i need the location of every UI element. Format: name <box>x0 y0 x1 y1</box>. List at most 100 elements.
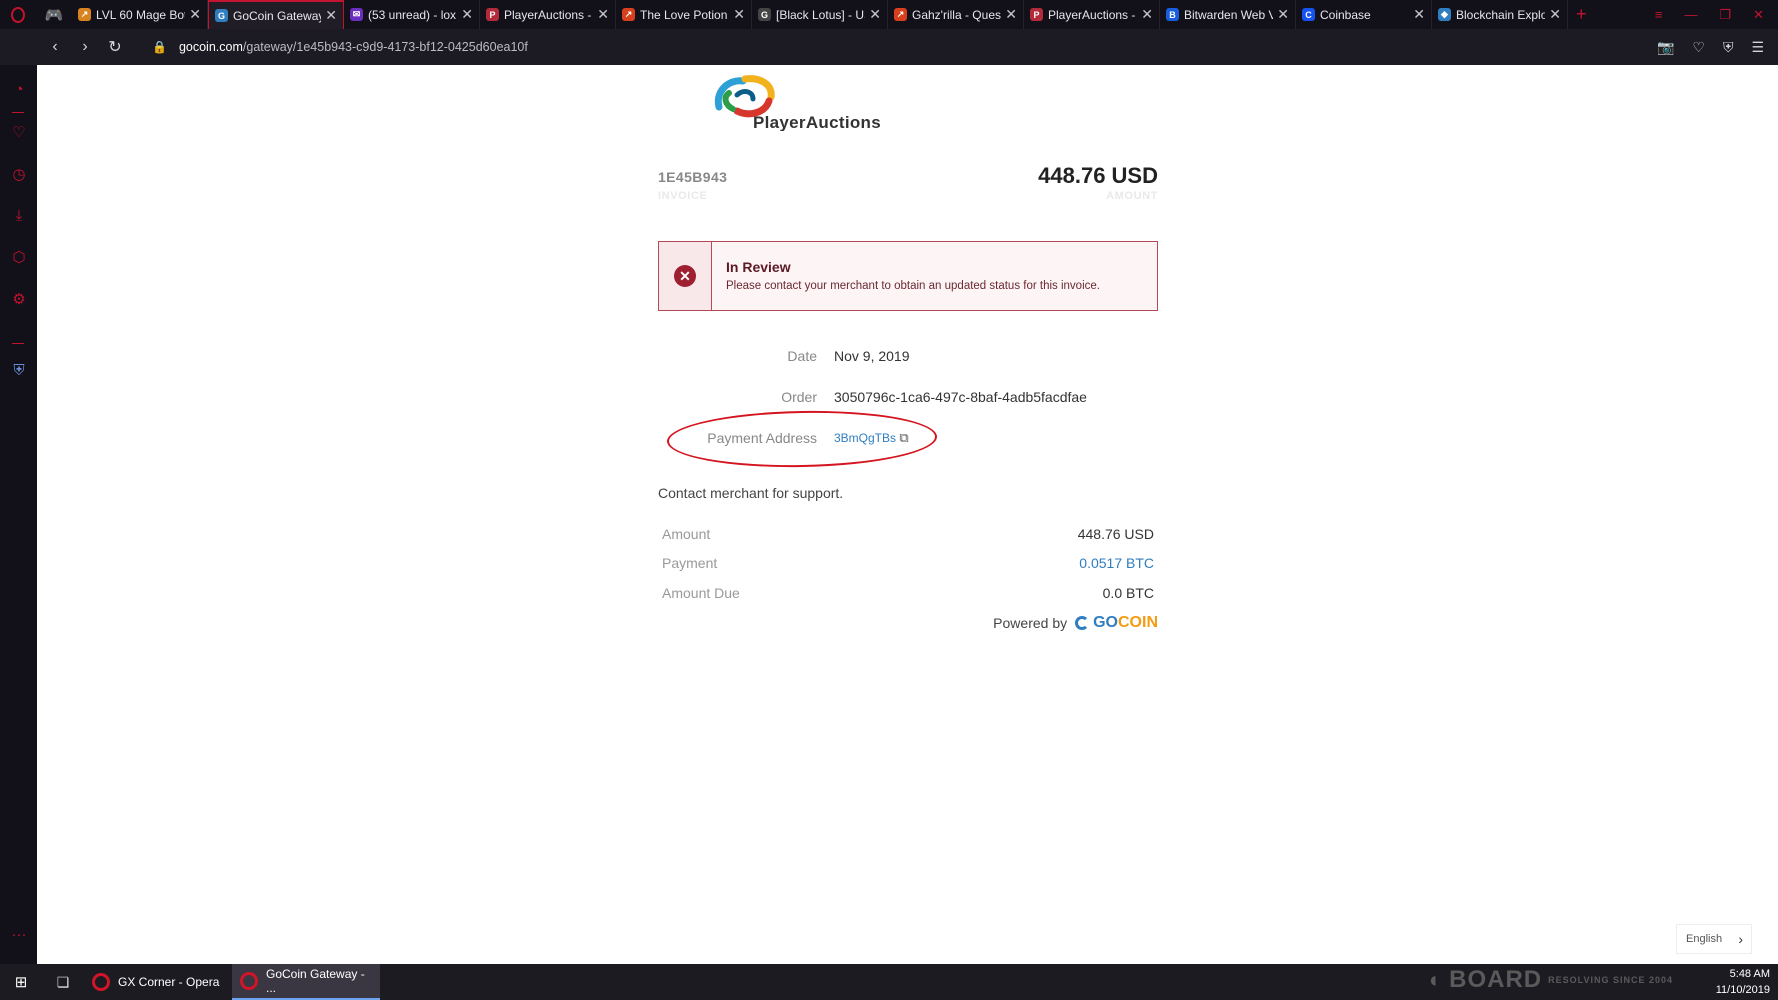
tab-favicon-icon: ↗ <box>622 8 635 21</box>
invoice-amount: 448.76 USD <box>1038 163 1158 188</box>
summary-payment-row: Payment 0.0517 BTC <box>662 555 1154 571</box>
tab-favicon-icon: G <box>215 9 228 22</box>
settings-gear-icon[interactable]: ⚙ <box>9 290 29 310</box>
watermark-text: BOARD <box>1449 966 1543 993</box>
taskbar-item-gocoin[interactable]: GoCoin Gateway - ... <box>232 964 380 1000</box>
tab-close-icon[interactable]: ✕ <box>461 6 473 23</box>
snapshot-icon[interactable]: 📷 <box>1657 39 1674 56</box>
window-controls: ≡ — ❐ ✕ <box>1655 0 1778 29</box>
tab-3[interactable]: P PlayerAuctions - ✕ <box>480 0 616 29</box>
summary-amount-label: Amount <box>662 526 711 542</box>
tab-close-icon[interactable]: ✕ <box>1413 6 1425 23</box>
tab-close-icon[interactable]: ✕ <box>869 6 881 23</box>
new-tab-button[interactable]: + <box>1568 0 1595 29</box>
tab-title: [Black Lotus] - US <box>776 7 866 22</box>
tab-close-icon[interactable]: ✕ <box>733 6 745 23</box>
reload-icon[interactable]: ↻ <box>100 37 130 57</box>
gamepad-icon[interactable]: 🎮 <box>36 0 72 29</box>
windows-taskbar: ⊞ ❏ GX Corner - Opera GoCoin Gateway - .… <box>0 964 1778 1000</box>
tab-8[interactable]: B Bitwarden Web V ✕ <box>1160 0 1296 29</box>
clock-date: 11/10/2019 <box>1715 984 1770 996</box>
taskbar-item-label: GoCoin Gateway - ... <box>266 967 365 995</box>
taskbar-item-label: GX Corner - Opera <box>118 975 220 989</box>
alert-title: In Review <box>726 259 791 275</box>
system-clock[interactable]: 5:48 AM 11/10/2019 <box>1716 966 1770 998</box>
opera-logo-icon <box>11 6 25 23</box>
download-icon[interactable]: ⤓ <box>9 206 29 226</box>
tab-1[interactable]: G GoCoin Gateway ✕ <box>208 0 344 29</box>
watermark-sub: RESOLVING SINCE 2004 <box>1548 975 1673 985</box>
summary-due-label: Amount Due <box>662 585 740 601</box>
tab-title: The Love Potion <box>640 7 728 22</box>
chevron-right-icon: › <box>1738 931 1743 947</box>
tab-close-icon[interactable]: ✕ <box>597 6 609 23</box>
gocoin-go: GO <box>1093 614 1118 631</box>
url-field[interactable]: gocoin.com/gateway/1e45b943-c9d9-4173-bf… <box>179 40 528 54</box>
speed-dial-icon[interactable]: ◔ <box>9 80 29 100</box>
tab-10[interactable]: ◆ Blockchain Explo ✕ <box>1432 0 1568 29</box>
easy-setup-icon[interactable]: ☰ <box>1751 39 1764 56</box>
powered-by: Powered by GO COIN <box>993 614 1158 632</box>
tab-favicon-icon: G <box>758 8 771 21</box>
windows-start-icon[interactable]: ⊞ <box>0 964 42 1000</box>
tab-close-icon[interactable]: ✕ <box>189 6 201 23</box>
opera-menu-button[interactable] <box>0 0 36 29</box>
url-host: gocoin.com <box>178 40 243 54</box>
tab-title: Blockchain Explo <box>1456 7 1546 22</box>
gocoin-logo[interactable]: GO COIN <box>1075 614 1158 632</box>
forward-icon[interactable]: › <box>70 38 100 56</box>
tab-bar: 🎮 ↗ LVL 60 Mage Bot ✕ G GoCoin Gateway ✕ ✉ (53 … <box>0 0 1778 29</box>
clock-time: 5:48 AM <box>1729 968 1770 980</box>
tab-4[interactable]: ↗ The Love Potion ✕ <box>616 0 752 29</box>
tab-2[interactable]: ✉ (53 unread) - lox ✕ <box>344 0 480 29</box>
error-x-icon: ✕ <box>674 265 696 287</box>
summary-payment-label: Payment <box>662 555 718 571</box>
summary-due-row: Amount Due 0.0 BTC <box>662 585 1154 601</box>
tab-title: GoCoin Gateway <box>233 8 322 23</box>
language-selector[interactable]: English › <box>1676 924 1752 954</box>
sidebar-divider <box>12 343 24 344</box>
opera-icon <box>240 972 258 990</box>
extensions-cube-icon[interactable]: ⬡ <box>9 248 29 268</box>
tab-7[interactable]: P PlayerAuctions - ✕ <box>1024 0 1160 29</box>
summary-payment-value[interactable]: 0.0517 BTC <box>1079 555 1154 571</box>
more-options-icon[interactable]: ··· <box>9 925 29 945</box>
bitwarden-icon[interactable]: ⛨ <box>9 361 29 381</box>
tab-6[interactable]: ↗ Gahz'rilla - Quest ✕ <box>888 0 1024 29</box>
tab-close-icon[interactable]: ✕ <box>325 7 337 24</box>
bookmark-heart-icon[interactable]: ♡ <box>1692 39 1705 56</box>
powered-by-label: Powered by <box>993 615 1068 631</box>
summary-amount-row: Amount 448.76 USD <box>662 526 1154 542</box>
status-alert: ✕ In Review Please contact your merchant… <box>658 241 1158 311</box>
tab-close-icon[interactable]: ✕ <box>1141 6 1153 23</box>
task-view-icon[interactable]: ❏ <box>42 964 84 1000</box>
tab-title: (53 unread) - lox <box>368 7 457 22</box>
tab-0[interactable]: ↗ LVL 60 Mage Bot ✕ <box>72 0 208 29</box>
tab-menu-icon[interactable]: ≡ <box>1655 7 1663 22</box>
page-content: PlayerAuctions 1E45B943 INVOICE 448.76 U… <box>37 65 1778 964</box>
invoice-id: 1E45B943 <box>658 169 728 185</box>
history-icon[interactable]: ◷ <box>9 165 29 185</box>
tab-5[interactable]: G [Black Lotus] - US ✕ <box>752 0 888 29</box>
close-window-icon[interactable]: ✕ <box>1753 7 1764 23</box>
tab-title: Coinbase <box>1320 7 1371 22</box>
order-value: 3050796c-1ca6-497c-8baf-4adb5facdfae <box>834 389 1087 405</box>
tab-close-icon[interactable]: ✕ <box>1277 6 1289 23</box>
tab-9[interactable]: C Coinbase ✕ <box>1296 0 1432 29</box>
tab-close-icon[interactable]: ✕ <box>1549 6 1561 23</box>
sidebar-divider <box>12 112 24 113</box>
date-label: Date <box>787 348 817 364</box>
watermark: ◐ BOARD RESOLVING SINCE 2004 <box>1429 966 1673 994</box>
taskbar-item-gx-corner[interactable]: GX Corner - Opera <box>84 964 232 1000</box>
minimize-icon[interactable]: — <box>1684 7 1697 22</box>
address-bar-actions: 📷 ♡ ⛨ ☰ <box>1657 29 1764 65</box>
heart-icon[interactable]: ♡ <box>9 123 29 143</box>
merchant-logo-text: PlayerAuctions <box>753 113 881 131</box>
gocoin-ring-icon <box>1075 616 1090 630</box>
back-icon[interactable]: ‹ <box>40 38 70 56</box>
bitwarden-extension-icon[interactable]: ⛨ <box>1723 39 1734 56</box>
tab-title: Bitwarden Web V <box>1184 7 1274 22</box>
tab-close-icon[interactable]: ✕ <box>1005 6 1017 23</box>
url-path: /gateway/1e45b943-c9d9-4173-bf12-0425d60… <box>242 40 528 54</box>
restore-icon[interactable]: ❐ <box>1719 7 1731 23</box>
